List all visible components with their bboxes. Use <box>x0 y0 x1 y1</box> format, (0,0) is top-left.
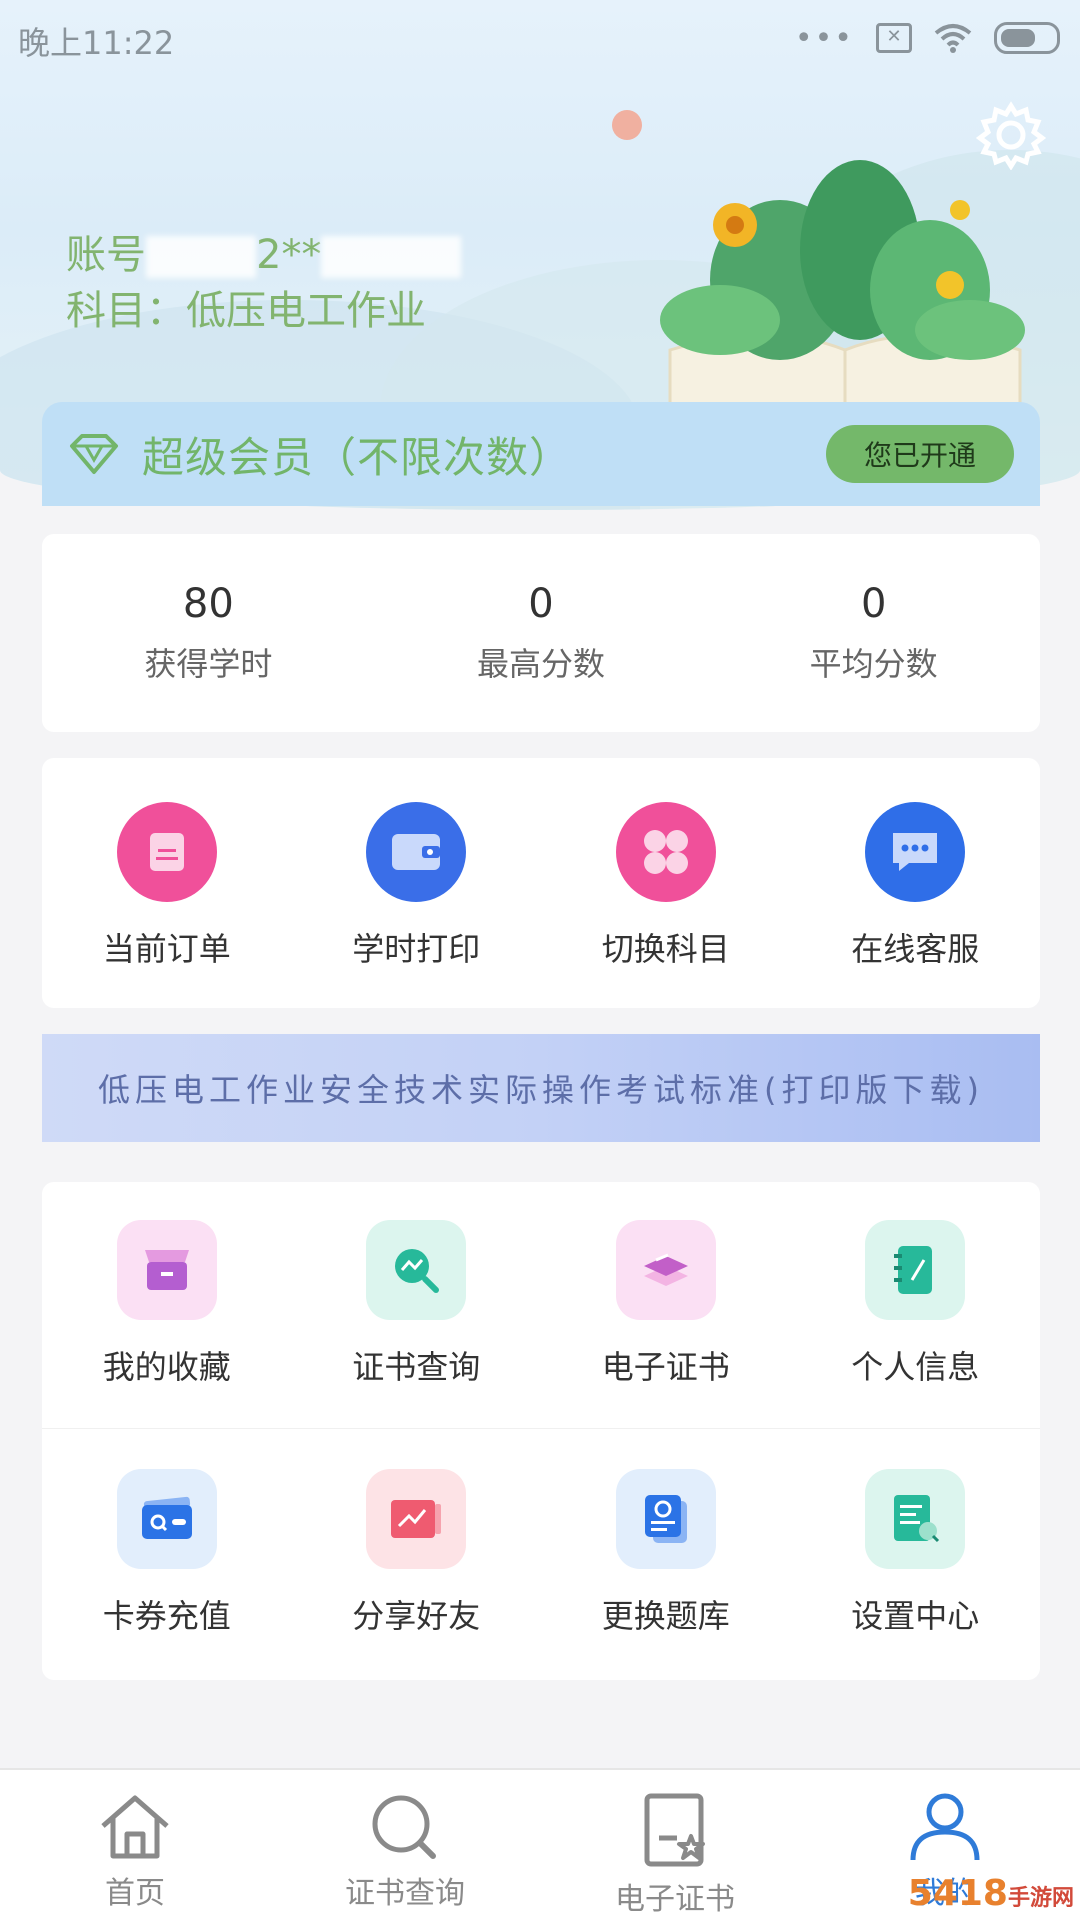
certificate-icon <box>644 1793 705 1867</box>
change-question-bank-button[interactable]: 更换题库 <box>541 1469 791 1680</box>
account-label: 账号 <box>66 232 146 278</box>
tab-home[interactable]: 首页 <box>0 1770 270 1922</box>
watermark-text: 5418 <box>907 1873 1008 1914</box>
quick-actions-card: 当前订单 学时打印 切换科目 在线客服 <box>42 758 1040 1008</box>
stat-label: 平均分数 <box>809 645 938 683</box>
tab-e-certificate[interactable]: 电子证书 <box>540 1770 810 1922</box>
menu-label: 卡券充值 <box>102 1597 231 1635</box>
account-line: 账号 2** <box>66 222 462 280</box>
account-number: 2** <box>256 232 322 278</box>
hours-print-button[interactable]: 学时打印 <box>292 802 542 1008</box>
stat-label: 最高分数 <box>477 645 606 683</box>
tab-certificate-query[interactable]: 证书查询 <box>270 1770 540 1922</box>
favorites-button[interactable]: 我的收藏 <box>42 1220 292 1428</box>
stat-value: 0 <box>528 581 554 627</box>
search-icon <box>372 1795 436 1859</box>
stat-label: 获得学时 <box>144 645 273 683</box>
wifi-icon <box>934 24 972 53</box>
watermark-sub: 手游网 <box>1007 1886 1074 1911</box>
status-icons: ••• ✕ <box>795 18 1060 58</box>
no-sim-icon: ✕ <box>876 23 912 53</box>
personal-info-button[interactable]: 个人信息 <box>791 1220 1041 1428</box>
user-icon <box>910 1793 980 1861</box>
store-icon <box>116 1220 217 1320</box>
notebook-icon <box>865 1220 966 1320</box>
menu-label: 分享好友 <box>352 1597 481 1635</box>
current-order-button[interactable]: 当前订单 <box>42 802 292 1008</box>
tab-label: 首页 <box>105 1876 165 1911</box>
menu-row-1: 我的收藏 证书查询 电子证书 个人信息 <box>42 1182 1040 1428</box>
search-chart-icon <box>366 1220 467 1320</box>
book-stack-icon <box>615 1220 716 1320</box>
stats-card: 80 获得学时 0 最高分数 0 平均分数 <box>42 534 1040 732</box>
status-time: 晚上11:22 <box>18 24 175 62</box>
stat-hours[interactable]: 80 获得学时 <box>42 534 375 732</box>
grid-icon <box>615 802 716 902</box>
redacted-blur <box>146 236 256 278</box>
action-label: 在线客服 <box>851 930 980 968</box>
battery-icon <box>994 22 1060 54</box>
share-friends-button[interactable]: 分享好友 <box>292 1469 542 1680</box>
stat-average-score[interactable]: 0 平均分数 <box>707 534 1040 732</box>
settings-center-button[interactable]: 设置中心 <box>791 1469 1041 1680</box>
menu-label: 我的收藏 <box>102 1348 231 1386</box>
share-chart-icon <box>366 1469 467 1569</box>
action-label: 学时打印 <box>352 930 481 968</box>
menu-label: 证书查询 <box>352 1348 481 1386</box>
certificate-query-button[interactable]: 证书查询 <box>292 1220 542 1428</box>
stat-highest-score[interactable]: 0 最高分数 <box>375 534 708 732</box>
action-label: 切换科目 <box>601 930 730 968</box>
wallet-icon <box>366 802 467 902</box>
stat-value: 0 <box>860 581 887 627</box>
tab-label: 证书查询 <box>345 1876 465 1911</box>
menu-row-2: 卡券充值 分享好友 更换题库 设置中心 <box>42 1428 1040 1680</box>
exam-standard-banner[interactable]: 低压电工作业安全技术实际操作考试标准(打印版下载) <box>42 1034 1040 1142</box>
diamond-icon <box>70 434 118 474</box>
settings-doc-icon <box>865 1469 966 1569</box>
more-dots-icon: ••• <box>794 20 854 56</box>
menu-label: 个人信息 <box>851 1348 980 1386</box>
vip-activated-button[interactable]: 您已开通 <box>826 425 1014 483</box>
online-service-button[interactable]: 在线客服 <box>791 802 1041 1008</box>
plant-book-illustration <box>660 160 1025 410</box>
menu-label: 设置中心 <box>851 1597 980 1635</box>
e-certificate-button[interactable]: 电子证书 <box>541 1220 791 1428</box>
card-recharge-button[interactable]: 卡券充值 <box>42 1469 292 1680</box>
sun-decoration <box>612 110 642 140</box>
refresh-doc-icon <box>615 1469 716 1569</box>
site-watermark: 5418手游网 <box>908 1873 1074 1914</box>
switch-subject-button[interactable]: 切换科目 <box>541 802 791 1008</box>
order-icon <box>116 802 217 902</box>
redacted-blur <box>321 236 462 278</box>
vip-title: 超级会员（不限次数） <box>142 432 573 482</box>
stat-value: 80 <box>182 581 234 627</box>
subject-line: 科目：低压电工作业 <box>66 288 426 334</box>
home-icon <box>101 1795 169 1859</box>
action-label: 当前订单 <box>102 930 231 968</box>
chat-icon <box>865 802 966 902</box>
tab-label: 电子证书 <box>615 1882 735 1917</box>
card-icon <box>116 1469 217 1569</box>
menu-label: 电子证书 <box>601 1348 730 1386</box>
menu-label: 更换题库 <box>601 1597 730 1635</box>
vip-membership-bar: 超级会员（不限次数） 您已开通 <box>42 402 1040 506</box>
